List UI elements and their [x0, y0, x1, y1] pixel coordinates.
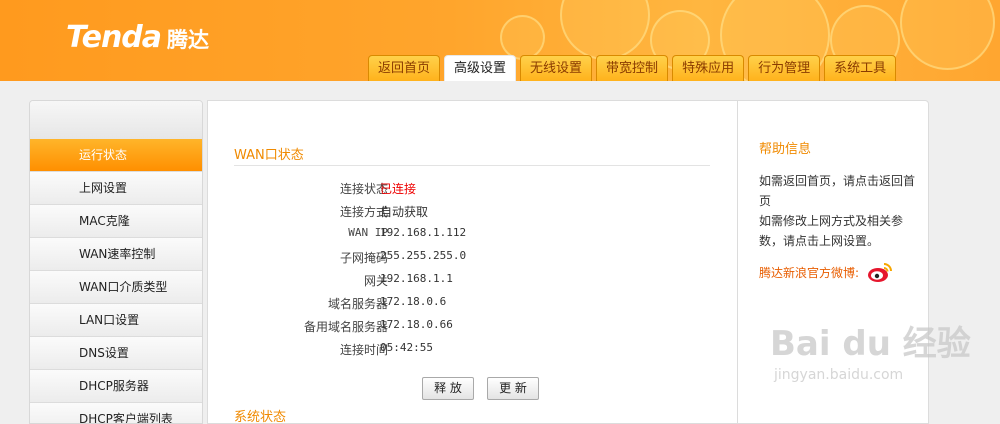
status-row-backup-dns: 备用域名服务器 172.18.0.66	[234, 318, 694, 338]
sidebar: 运行状态 上网设置 MAC克隆 WAN速率控制 WAN口介质类型 LAN口设置 …	[29, 100, 203, 424]
decor-bubble	[900, 0, 995, 70]
status-row-subnet-mask: 子网掩码 255.255.255.0	[234, 249, 694, 269]
decor-bubble	[560, 0, 650, 60]
renew-button[interactable]: 更 新	[487, 377, 539, 400]
row-value: 自动获取	[380, 205, 429, 219]
sidebar-item-running-status[interactable]: 运行状态	[30, 139, 202, 172]
help-text: 如需返回首页，请点击返回首页 如需修改上网方式及相关参数，请点击上网设置。	[759, 171, 919, 251]
sidebar-item-mac-clone[interactable]: MAC克隆	[30, 205, 202, 238]
status-row-connection-type: 连接方式 自动获取	[234, 203, 694, 223]
section-divider	[234, 165, 710, 166]
tab-system-tools[interactable]: 系统工具	[824, 55, 897, 81]
tab-bandwidth-control[interactable]: 带宽控制	[596, 55, 669, 81]
row-value: 255.255.255.0	[380, 249, 467, 262]
sidebar-header	[30, 101, 202, 139]
system-status-title: 系统状态	[234, 410, 287, 424]
weibo-icon[interactable]	[867, 261, 893, 283]
header-banner: Tenda 腾达 返回首页 高级设置 无线设置 带宽控制 特殊应用 行为管理 系…	[0, 0, 1000, 81]
tab-advanced-settings[interactable]: 高级设置	[444, 55, 517, 81]
tab-special-apps[interactable]: 特殊应用	[672, 55, 745, 81]
help-title: 帮助信息	[759, 142, 812, 157]
weibo-link[interactable]: 腾达新浪官方微博:	[759, 261, 893, 283]
tab-wireless-settings[interactable]: 无线设置	[520, 55, 593, 81]
row-value: 05:42:55	[380, 341, 433, 354]
sidebar-item-wan-media-type[interactable]: WAN口介质类型	[30, 271, 202, 304]
row-value: 172.18.0.6	[380, 295, 447, 308]
tab-behavior-management[interactable]: 行为管理	[748, 55, 821, 81]
help-text-home: 如需返回首页，请点击返回首页	[759, 174, 916, 208]
logo-text: Tenda	[66, 20, 162, 55]
tab-home[interactable]: 返回首页	[368, 55, 441, 81]
sidebar-item-dhcp-server[interactable]: DHCP服务器	[30, 370, 202, 403]
baidu-watermark: Bai du 经验 jingyan.baidu.com	[770, 316, 971, 383]
sidebar-item-lan-settings[interactable]: LAN口设置	[30, 304, 202, 337]
help-text-internet: 如需修改上网方式及相关参数，请点击上网设置。	[759, 214, 904, 248]
status-row-connection: 连接状态 已连接	[234, 180, 694, 200]
status-row-dns: 域名服务器 172.18.0.6	[234, 295, 694, 315]
wan-status-title: WAN口状态	[234, 148, 304, 163]
row-label: 域名服务器	[327, 297, 388, 311]
row-value: 192.168.1.1	[380, 272, 453, 285]
logo-cn-text: 腾达	[167, 28, 210, 52]
row-value: 172.18.0.66	[380, 318, 453, 331]
row-label: 备用域名服务器	[303, 320, 388, 334]
status-row-gateway: 网关 192.168.1.1	[234, 272, 694, 292]
status-row-wan-ip: WAN IP 192.168.1.112	[234, 226, 694, 246]
release-button[interactable]: 释 放	[422, 377, 474, 400]
sidebar-item-internet-settings[interactable]: 上网设置	[30, 172, 202, 205]
row-value: 已连接	[380, 182, 417, 196]
watermark-logo: Bai du 经验	[770, 324, 971, 364]
sidebar-item-dns-settings[interactable]: DNS设置	[30, 337, 202, 370]
decor-bubble	[500, 15, 545, 60]
row-value: 192.168.1.112	[380, 226, 467, 239]
status-row-connection-time: 连接时间 05:42:55	[234, 341, 694, 361]
tenda-logo: Tenda 腾达	[66, 20, 209, 55]
weibo-label: 腾达新浪官方微博:	[759, 265, 860, 280]
sidebar-item-dhcp-clients[interactable]: DHCP客户端列表	[30, 403, 202, 423]
sidebar-item-wan-speed[interactable]: WAN速率控制	[30, 238, 202, 271]
watermark-url: jingyan.baidu.com	[774, 367, 904, 383]
main-panel: WAN口状态 连接状态 已连接 连接方式 自动获取 WAN IP 192.168…	[207, 100, 737, 424]
top-nav-tabs: 返回首页 高级设置 无线设置 带宽控制 特殊应用 行为管理 系统工具	[368, 55, 900, 81]
